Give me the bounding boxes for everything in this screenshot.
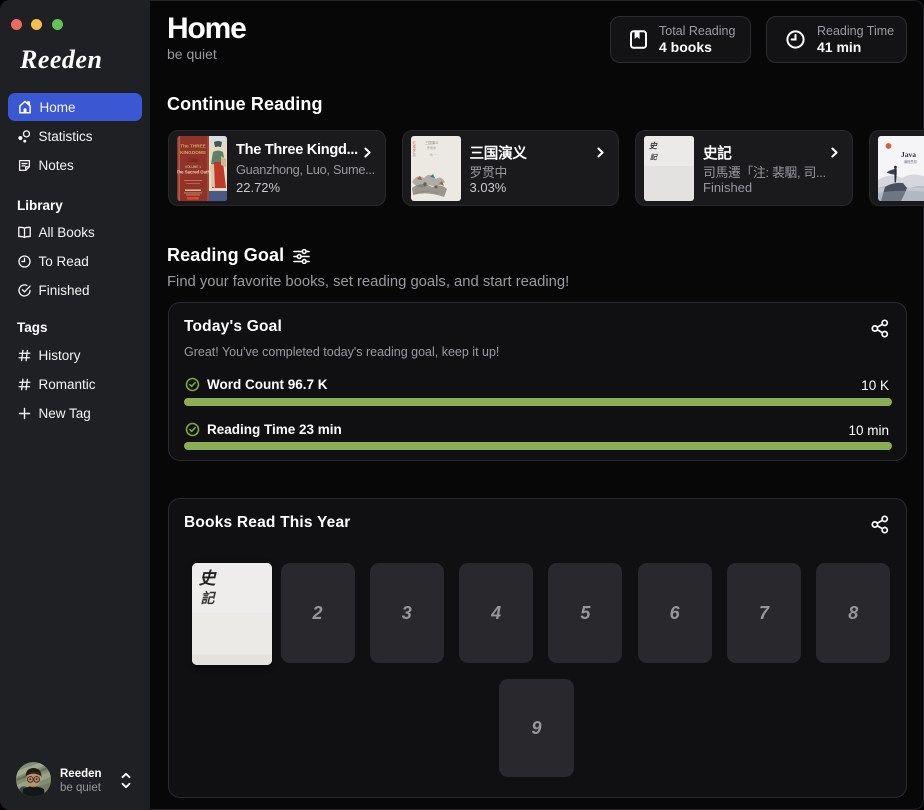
svg-text:VOLUME 1: VOLUME 1: [185, 165, 201, 169]
svg-text:記: 記: [201, 590, 217, 606]
svg-text:编程思想: 编程思想: [904, 159, 918, 164]
svg-text:罗贯中: 罗贯中: [427, 145, 436, 150]
svg-text:史: 史: [649, 142, 658, 151]
svg-text:KINGDOMS: KINGDOMS: [180, 150, 206, 155]
svg-text:Java: Java: [901, 150, 916, 159]
svg-text:The THREE: The THREE: [180, 144, 206, 149]
svg-text:記: 記: [650, 153, 658, 162]
svg-text:卷 一: 卷 一: [430, 153, 437, 157]
svg-text:史: 史: [199, 569, 218, 588]
svg-text:三国演义: 三国演义: [425, 140, 439, 145]
svg-text:· 三国志 ·: · 三国志 ·: [185, 158, 200, 163]
svg-text:The Sacred Oath: The Sacred Oath: [177, 170, 210, 175]
